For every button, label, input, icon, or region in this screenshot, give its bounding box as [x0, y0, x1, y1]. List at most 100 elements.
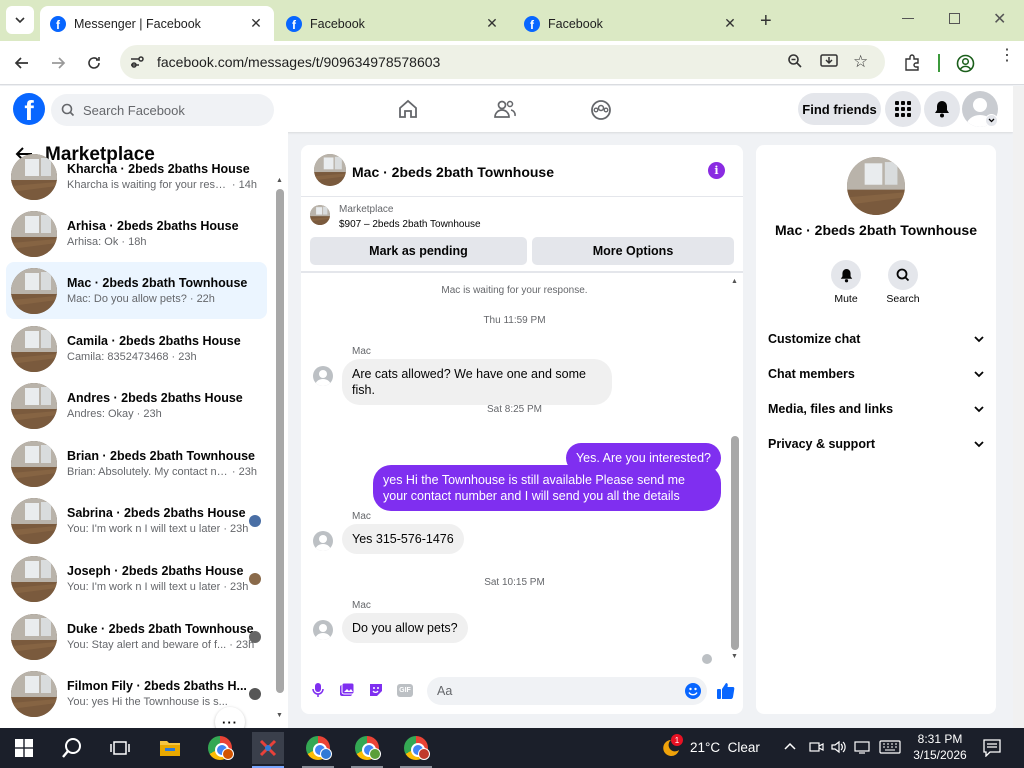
- file-explorer-icon[interactable]: [154, 732, 186, 764]
- meet-now-icon[interactable]: [808, 739, 824, 755]
- conversation-item[interactable]: Mac · 2beds 2bath Townhouse Mac: Do you a…: [6, 262, 267, 319]
- emoji-icon[interactable]: [685, 683, 701, 699]
- home-nav-icon[interactable]: [397, 99, 419, 119]
- chevron-up-icon[interactable]: [783, 739, 797, 753]
- message-bubble-incoming[interactable]: Do you allow pets?: [342, 613, 468, 643]
- page-scrollbar[interactable]: [1013, 86, 1024, 728]
- zoom-icon[interactable]: [787, 53, 803, 69]
- clock[interactable]: 8:31 PM 3/15/2026: [905, 731, 975, 763]
- notifications-button[interactable]: [924, 91, 960, 127]
- forward-button[interactable]: [44, 49, 72, 77]
- conversation-item[interactable]: Andres · 2beds 2baths House Andres: Okay ·…: [6, 377, 267, 434]
- browser-menu-icon[interactable]: ⋮: [999, 48, 1015, 64]
- back-button[interactable]: [8, 49, 36, 77]
- tab-facebook-1[interactable]: f Facebook ✕: [276, 6, 510, 41]
- reload-button[interactable]: [80, 49, 108, 77]
- network-icon[interactable]: [854, 739, 870, 755]
- more-options-button[interactable]: More Options: [532, 237, 734, 265]
- conversation-title: Mac · 2beds 2bath Townhouse: [67, 276, 248, 290]
- search-in-conversation-button[interactable]: [888, 260, 918, 290]
- volume-icon[interactable]: [831, 739, 847, 755]
- message-bubble-incoming[interactable]: Are cats allowed? We have one and some f…: [342, 359, 612, 405]
- conversation-preview: You: I'm work n I will text u later: [67, 581, 221, 593]
- chrome-icon[interactable]: [351, 732, 383, 764]
- conversation-item[interactable]: Sabrina · 2beds 2baths House You: I'm wor…: [6, 492, 267, 549]
- extensions-icon[interactable]: [903, 54, 921, 72]
- bell-icon: [840, 268, 852, 282]
- info-section-media-files-and-links[interactable]: Media, files and links: [768, 397, 984, 421]
- sender-avatar[interactable]: [313, 620, 333, 640]
- new-tab-button[interactable]: +: [760, 10, 772, 33]
- info-listing-thumbnail[interactable]: [847, 157, 905, 215]
- chrome-icon[interactable]: [302, 732, 334, 764]
- sender-avatar[interactable]: [313, 366, 333, 386]
- chrome-icon[interactable]: [400, 732, 432, 764]
- groups-nav-icon[interactable]: [590, 99, 612, 121]
- chat-scrollbar[interactable]: ▲ ▼: [730, 278, 740, 662]
- sticker-icon[interactable]: [368, 682, 384, 698]
- scrollbar-thumb[interactable]: [731, 436, 739, 650]
- search-icon[interactable]: [56, 732, 88, 764]
- address-bar[interactable]: facebook.com/messages/t/909634978578603 …: [120, 45, 885, 79]
- scrollbar-thumb[interactable]: [276, 189, 284, 693]
- conversation-text: Arhisa · 2beds 2baths House Arhisa: Ok · 1…: [67, 219, 257, 248]
- message-bubble-incoming[interactable]: Yes 315-576-1476: [342, 524, 464, 554]
- menu-button[interactable]: [885, 91, 921, 127]
- url-text[interactable]: facebook.com/messages/t/909634978578603: [157, 54, 440, 70]
- listing-detail[interactable]: $907 – 2beds 2bath Townhouse: [339, 219, 481, 230]
- restore-window-button[interactable]: [949, 13, 960, 24]
- conversation-item[interactable]: Arhisa · 2beds 2baths House Arhisa: Ok · 1…: [6, 205, 267, 262]
- account-chevron-icon[interactable]: [985, 114, 998, 127]
- weather-text[interactable]: 21°C Clear: [690, 740, 760, 755]
- like-thumbs-up-icon[interactable]: [716, 681, 735, 700]
- arrow-left-icon: [14, 57, 28, 69]
- conversation-item[interactable]: Kharcha · 2beds 2baths House Kharcha is w…: [6, 148, 267, 205]
- message-input[interactable]: Aa: [427, 677, 707, 705]
- mute-button[interactable]: [831, 260, 861, 290]
- listing-thumbnail[interactable]: [310, 205, 330, 225]
- conversation-title: Andres · 2beds 2baths House: [67, 391, 243, 405]
- chevron-down-icon: [974, 370, 984, 377]
- conversation-item[interactable]: Duke · 2beds 2bath Townhouse You: Stay al…: [6, 608, 267, 665]
- friends-nav-icon[interactable]: [493, 99, 517, 119]
- close-tab-icon[interactable]: ✕: [248, 15, 264, 32]
- chat-header-thumbnail[interactable]: [314, 154, 346, 186]
- microphone-icon[interactable]: [311, 682, 325, 698]
- conversation-item[interactable]: Brian · 2beds 2bath Townhouse Brian: Abso…: [6, 435, 267, 492]
- tab-facebook-2[interactable]: f Facebook ✕: [514, 6, 748, 41]
- chrome-profile-icon[interactable]: [204, 732, 236, 764]
- conversation-item[interactable]: Joseph · 2beds 2baths House You: I'm work…: [6, 550, 267, 607]
- sidebar-scrollbar[interactable]: ▲ ▼: [275, 177, 285, 720]
- minimize-window-button[interactable]: [902, 18, 914, 19]
- sender-avatar[interactable]: [313, 531, 333, 551]
- message-bubble-outgoing[interactable]: yes Hi the Townhouse is still available …: [373, 465, 721, 511]
- info-section-chat-members[interactable]: Chat members: [768, 362, 984, 386]
- chat-title[interactable]: Mac · 2beds 2bath Townhouse: [352, 164, 554, 180]
- notification-center-icon[interactable]: [983, 739, 1001, 757]
- app-icon-active[interactable]: [252, 732, 284, 764]
- photo-icon[interactable]: [339, 682, 355, 698]
- windows-start-icon[interactable]: [8, 732, 40, 764]
- profile-icon[interactable]: [956, 54, 975, 73]
- bookmark-star-icon[interactable]: ☆: [853, 52, 868, 72]
- close-tab-icon[interactable]: ✕: [484, 15, 500, 32]
- weather-icon[interactable]: 1: [659, 734, 683, 758]
- info-icon[interactable]: i: [708, 162, 725, 179]
- close-window-button[interactable]: ✕: [993, 9, 1006, 29]
- search-input[interactable]: Search Facebook: [51, 94, 274, 126]
- install-app-icon[interactable]: [820, 53, 838, 69]
- close-tab-icon[interactable]: ✕: [722, 15, 738, 32]
- mark-as-pending-button[interactable]: Mark as pending: [310, 237, 527, 265]
- listing-photo: [11, 670, 57, 717]
- tab-search-button[interactable]: [6, 6, 34, 34]
- site-info-icon[interactable]: [128, 53, 146, 71]
- keyboard-icon[interactable]: [879, 740, 901, 754]
- info-section-privacy-support[interactable]: Privacy & support: [768, 432, 984, 456]
- conversation-item[interactable]: Camila · 2beds 2baths House Camila: 83524…: [6, 320, 267, 377]
- info-section-customize-chat[interactable]: Customize chat: [768, 327, 984, 351]
- facebook-logo-icon[interactable]: f: [13, 93, 45, 125]
- tab-messenger[interactable]: f Messenger | Facebook ✕: [40, 6, 274, 41]
- task-view-icon[interactable]: [104, 732, 136, 764]
- gif-button[interactable]: GIF: [397, 684, 413, 697]
- find-friends-button[interactable]: Find friends: [798, 93, 881, 125]
